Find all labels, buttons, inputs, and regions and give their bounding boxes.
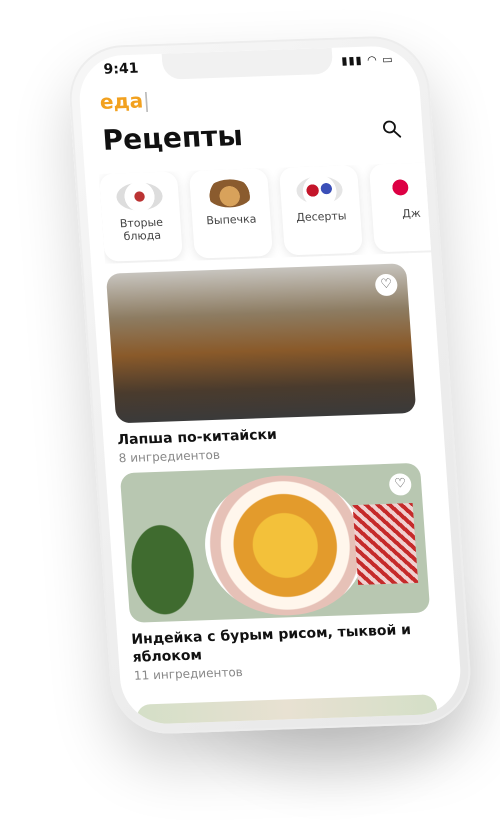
berries-icon — [295, 175, 344, 206]
notch — [161, 47, 334, 80]
phone-frame: 9:41 ▮▮▮ ◠ ▭ еда| Рецепты Вторые блюда В… — [65, 34, 475, 736]
heart-icon[interactable]: ♡ — [388, 473, 413, 496]
logo-text: еда — [99, 88, 144, 114]
plate — [200, 472, 371, 619]
recipe-image: ♡ — [105, 263, 417, 424]
recipe-image: ♡ — [119, 462, 431, 623]
page-title: Рецепты — [101, 118, 244, 157]
category-card-pastry[interactable]: Выпечка — [188, 168, 274, 259]
search-icon[interactable] — [380, 117, 404, 140]
bread-basket-icon — [205, 178, 254, 209]
status-time: 9:41 — [103, 60, 139, 78]
plate-icon — [115, 181, 164, 212]
recipe-card[interactable]: ♡ Лапша по-китайски 8 ингредиентов — [105, 263, 419, 465]
category-carousel[interactable]: Вторые блюда Выпечка Десерты Дж — [98, 162, 446, 264]
logo-cursor: | — [142, 88, 151, 113]
screen: 9:41 ▮▮▮ ◠ ▭ еда| Рецепты Вторые блюда В… — [76, 44, 464, 726]
category-card-jams[interactable]: Дж — [368, 162, 446, 253]
checkered-napkin — [352, 503, 419, 585]
status-icons: ▮▮▮ ◠ ▭ — [340, 52, 395, 68]
category-label: Выпечка — [205, 212, 257, 228]
app-logo: еда| — [99, 88, 151, 114]
heart-icon[interactable]: ♡ — [374, 273, 399, 297]
category-label: Вторые блюда — [119, 215, 164, 244]
category-label: Дж — [401, 206, 422, 221]
category-card-desserts[interactable]: Десерты — [278, 164, 364, 256]
recipe-card[interactable]: ♡ Индейка с бурым рисом, тыквой и яблоко… — [119, 462, 435, 683]
category-card-second-courses[interactable]: Вторые блюда — [98, 171, 184, 262]
next-recipe-peek — [135, 694, 439, 726]
category-label: Десерты — [295, 209, 347, 225]
jar-icon — [385, 172, 434, 202]
